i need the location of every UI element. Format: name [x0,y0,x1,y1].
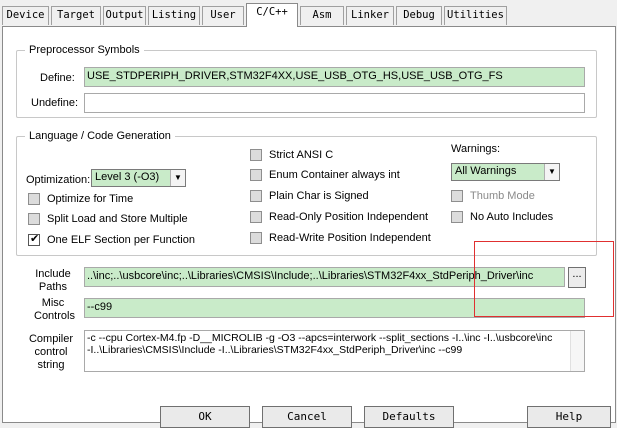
tab-c-cpp[interactable]: C/C++ [246,3,298,27]
read-only-pi-label: Read-Only Position Independent [269,211,428,223]
tab-user[interactable]: User [202,6,244,25]
preprocessor-symbols-title: Preprocessor Symbols [25,44,144,57]
scrollbar[interactable] [570,331,584,371]
checkbox-box[interactable] [28,193,40,205]
tab-debug[interactable]: Debug [396,6,442,25]
plain-char-signed-label: Plain Char is Signed [269,190,369,202]
compiler-string-label-line1: Compiler [28,333,73,345]
checkbox-box[interactable] [250,211,262,223]
checkbox-box[interactable] [250,149,262,161]
optimization-label: Optimization: [26,174,91,186]
language-code-generation-title: Language / Code Generation [25,130,175,143]
tab-linker[interactable]: Linker [346,6,394,25]
tab-output[interactable]: Output [103,6,146,25]
split-load-store-label: Split Load and Store Multiple [47,213,188,225]
tab-device[interactable]: Device [2,6,49,25]
define-input[interactable]: USE_STDPERIPH_DRIVER,STM32F4XX,USE_USB_O… [84,67,585,87]
checkbox-box[interactable] [250,232,262,244]
checkbox-box [451,190,463,202]
cancel-button[interactable]: Cancel [262,406,352,428]
compiler-string-line1: -c --cpu Cortex-M4.fp -D__MICROLIB -g -O… [87,332,553,344]
undefine-label: Undefine: [31,97,79,109]
undefine-input[interactable] [84,93,585,113]
optimize-for-time-label: Optimize for Time [47,193,134,205]
no-auto-includes-label: No Auto Includes [470,211,554,223]
optimization-select[interactable]: Level 3 (-O3) ▼ [91,169,186,187]
tab-utilities[interactable]: Utilities [444,6,507,25]
read-write-pi-label: Read-Write Position Independent [269,232,431,244]
include-paths-label: Include Paths [34,268,72,294]
checkbox-box[interactable] [250,190,262,202]
optimization-value: Level 3 (-O3) [95,171,160,183]
compiler-control-string-textarea[interactable]: -c --cpu Cortex-M4.fp -D__MICROLIB -g -O… [84,330,585,372]
checkbox-box[interactable]: ✔ [28,233,40,246]
tab-asm[interactable]: Asm [300,6,344,25]
checkmark-icon: ✔ [30,233,40,245]
chevron-down-icon[interactable]: ▼ [544,164,559,180]
include-paths-browse-button[interactable]: ... [568,267,586,288]
include-paths-label-line2: Paths [38,281,68,293]
compiler-string-label-line3: string [37,359,65,371]
warnings-value: All Warnings [455,165,517,177]
ok-button[interactable]: OK [160,406,250,428]
misc-controls-label-line2: Controls [34,310,75,322]
warnings-label: Warnings: [451,143,501,155]
include-paths-label-line1: Include [35,268,71,280]
warnings-select[interactable]: All Warnings ▼ [451,163,560,181]
chevron-down-icon[interactable]: ▼ [170,170,185,186]
tab-strip: Device Target Output Listing User C/C++ … [0,0,617,27]
compiler-control-string-label: Compiler control string [28,333,74,372]
misc-controls-label: Misc Controls [34,297,75,323]
strict-ansi-c-label: Strict ANSI C [269,149,334,161]
tab-target[interactable]: Target [51,6,101,25]
compiler-string-label-line2: control [34,346,68,358]
checkbox-box[interactable] [451,211,463,223]
misc-controls-input[interactable]: --c99 [84,298,585,318]
include-paths-input[interactable]: ..\inc;..\usbcore\inc;..\Libraries\CMSIS… [84,267,565,287]
thumb-mode-label: Thumb Mode [470,190,535,202]
one-elf-section-label: One ELF Section per Function [47,234,195,246]
defaults-button[interactable]: Defaults [364,406,454,428]
checkbox-box[interactable] [250,169,262,181]
define-label: Define: [40,72,75,84]
tab-listing[interactable]: Listing [148,6,200,25]
checkbox-box[interactable] [28,213,40,225]
help-button[interactable]: Help [527,406,611,428]
misc-controls-label-line1: Misc [41,297,65,309]
compiler-string-line2: -I..\Libraries\CMSIS\Include -I..\Librar… [87,344,463,356]
enum-container-label: Enum Container always int [269,169,400,181]
